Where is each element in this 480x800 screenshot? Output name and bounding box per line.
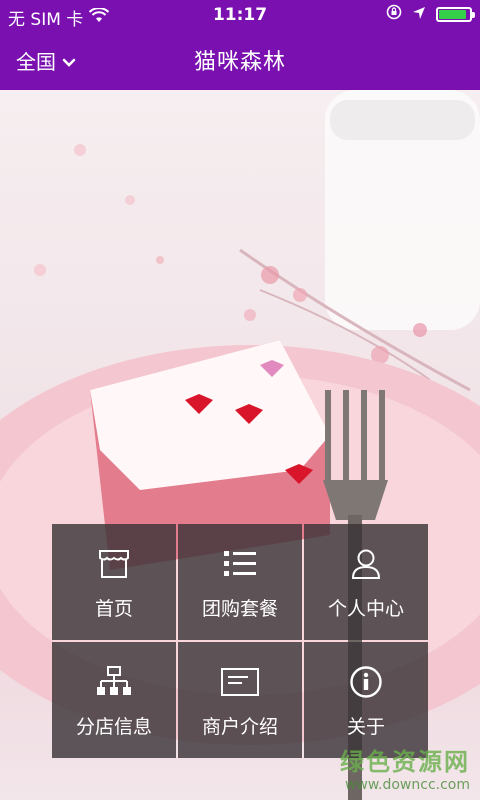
menu-label: 首页: [94, 597, 133, 620]
status-right: [386, 4, 475, 25]
menu-label: 个人中心: [327, 597, 404, 620]
menu-about[interactable]: 关于: [304, 642, 428, 758]
nav-bar: 全国 猫咪森林: [0, 30, 480, 90]
status-bar: 无 SIM 卡 11:17: [0, 0, 480, 30]
watermark-url: www.downcc.com: [344, 777, 470, 793]
page-title: 猫咪森林: [193, 50, 286, 75]
menu-label: 分店信息: [75, 715, 152, 738]
list-icon: [223, 544, 257, 584]
menu-grid: 首页 团购套餐 个人中心 分店信息 商户介绍 关于: [52, 524, 428, 758]
store-icon: [97, 544, 131, 584]
menu-merchant-intro[interactable]: 商户介绍: [178, 642, 302, 758]
menu-label: 商户介绍: [201, 715, 278, 738]
menu-group-buy[interactable]: 团购套餐: [178, 524, 302, 640]
battery-fill: [439, 10, 466, 19]
card-icon: [221, 662, 259, 702]
battery-icon: [436, 7, 475, 22]
menu-label: 关于: [346, 715, 385, 738]
watermark: 绿色资源网 www.downcc.com: [340, 742, 470, 793]
menu-profile[interactable]: 个人中心: [304, 524, 428, 640]
info-icon: [350, 662, 382, 702]
menu-home[interactable]: 首页: [52, 524, 176, 640]
user-icon: [351, 544, 381, 584]
menu-label: 团购套餐: [201, 597, 278, 620]
sitemap-icon: [97, 662, 131, 702]
watermark-text: 绿色资源网: [340, 748, 470, 776]
rotation-lock-icon: [386, 4, 402, 25]
menu-branches[interactable]: 分店信息: [52, 642, 176, 758]
location-icon: [412, 5, 426, 25]
